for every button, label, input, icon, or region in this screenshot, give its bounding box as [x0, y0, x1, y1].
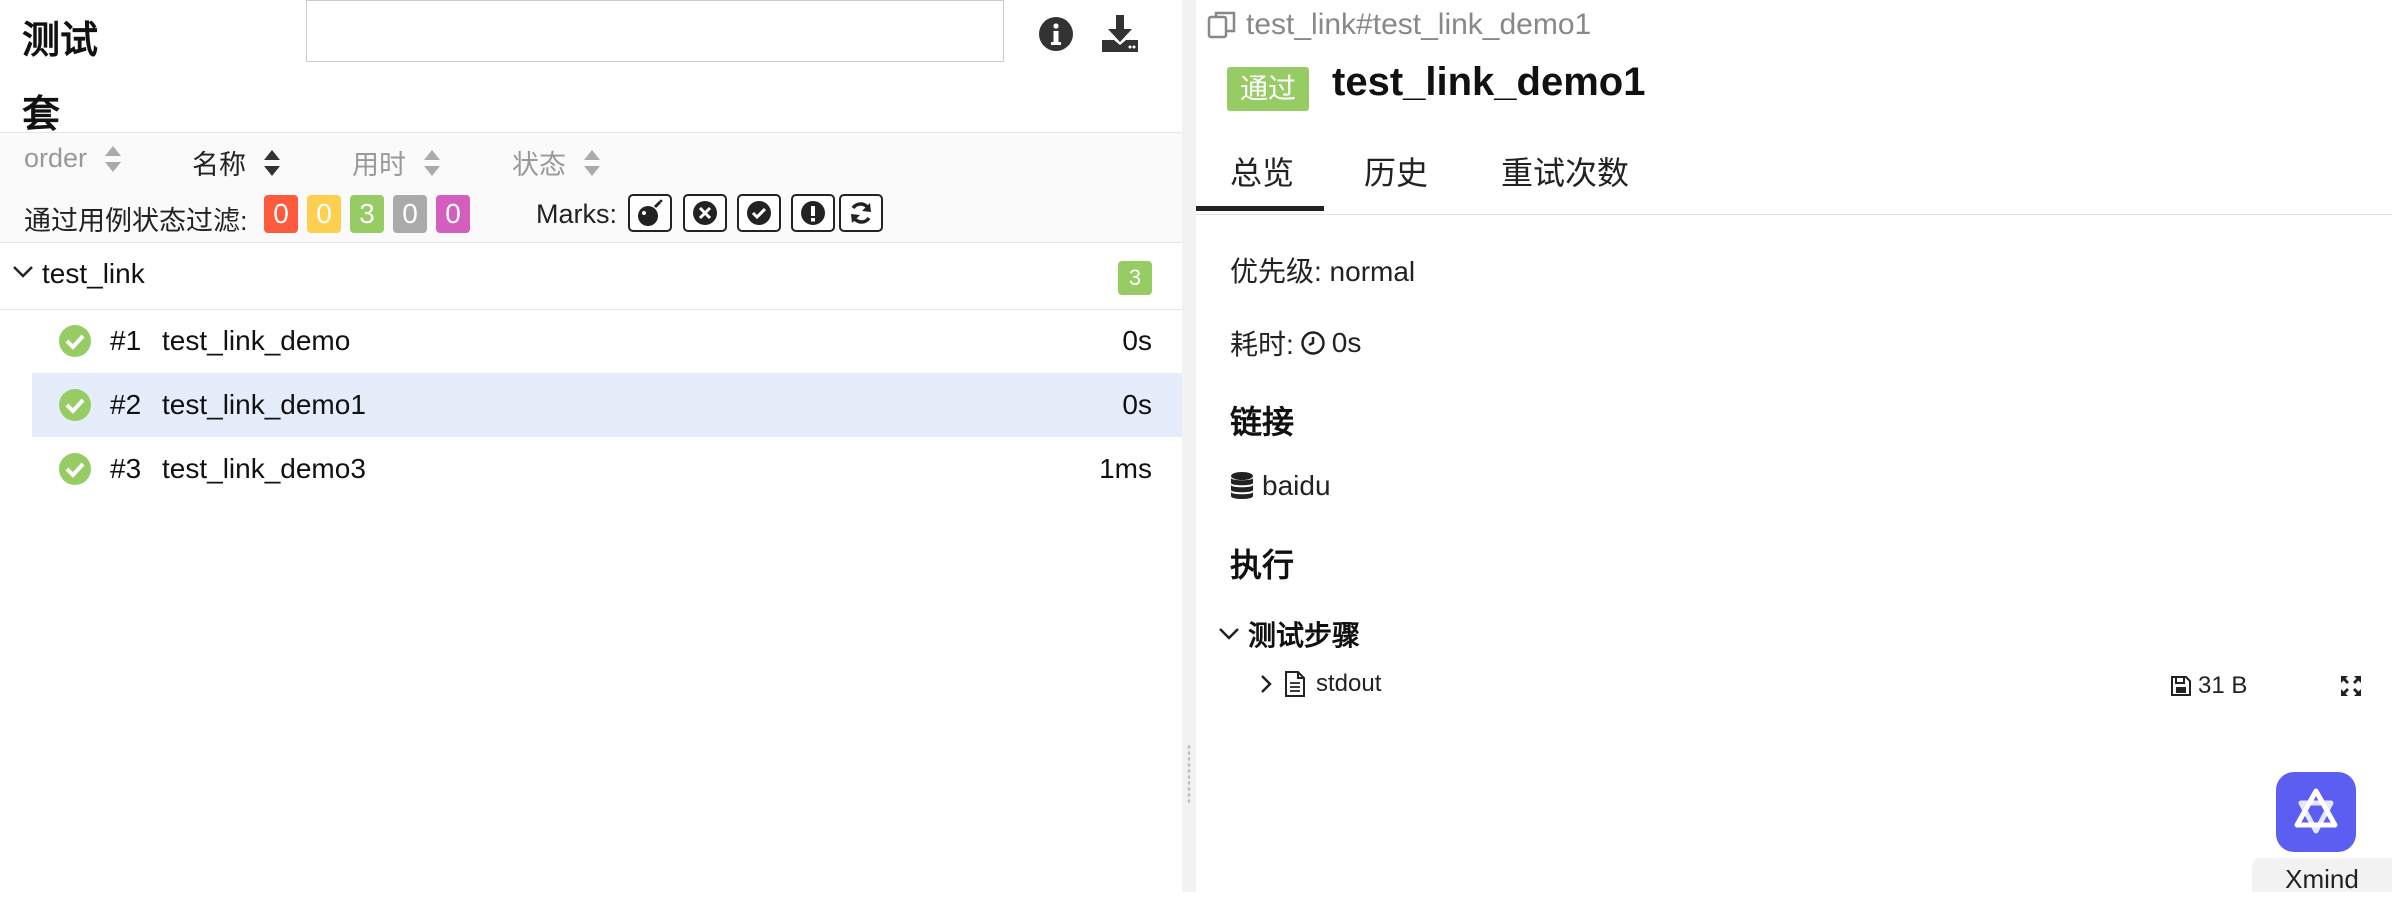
sort-arrows-icon [264, 149, 280, 176]
test-detail-pane: test_link#test_link_demo1 通过 test_link_d… [1196, 0, 2392, 892]
suite-title-line1: 测试 [22, 20, 99, 62]
xmind-widget-label[interactable]: Xmind [2252, 858, 2392, 894]
filter-unknown-badge[interactable]: 0 [436, 195, 470, 233]
test-row[interactable]: #3 test_link_demo3 1ms [32, 437, 1182, 501]
passed-check-icon [59, 389, 91, 421]
duration-value: 0s [1331, 327, 1362, 358]
link-row[interactable]: baidu [1230, 470, 1331, 502]
attachment-size-text: 31 B [2198, 672, 2248, 699]
sort-name[interactable]: 名称 [192, 143, 280, 182]
breadcrumb[interactable]: test_link#test_link_demo1 [1206, 8, 1591, 42]
sort-bar: order 名称 用时 状态 [0, 133, 1182, 187]
test-group-name: test_link [42, 258, 145, 289]
exclamation-circle-icon [801, 201, 825, 225]
sort-arrows-icon [424, 149, 440, 176]
times-circle-icon [693, 201, 717, 225]
status-filter-bar: 通过用例状态过滤: 0 0 3 0 0 Marks: [0, 187, 1182, 243]
duration-label: 耗时: [1230, 329, 1294, 360]
breadcrumb-text: test_link#test_link_demo1 [1246, 8, 1592, 41]
filter-skipped-badge[interactable]: 0 [393, 195, 427, 233]
test-tree-pane: 测试 套 order 名称 用时 状态 通过用例状态过滤: 0 0 3 0 0 … [0, 0, 1182, 892]
sort-status-label: 状态 [512, 150, 566, 180]
sort-order[interactable]: order [24, 143, 122, 174]
test-number: #3 [110, 453, 142, 484]
xmind-logo-icon [2294, 788, 2338, 834]
test-group-count-badge: 3 [1118, 261, 1152, 295]
test-name: test_link_demo3 [162, 453, 366, 484]
test-row[interactable]: #1 test_link_demo 0s [32, 309, 1182, 373]
filter-failed-badge[interactable]: 0 [264, 195, 298, 233]
test-row[interactable]: #2 test_link_demo1 0s [32, 373, 1182, 437]
test-duration: 0s [1122, 389, 1152, 420]
passed-check-icon [59, 325, 91, 357]
page-title: test_link_demo1 [1332, 60, 1646, 104]
copy-icon [1207, 11, 1236, 39]
sort-duration[interactable]: 用时 [352, 143, 440, 182]
attachment-name: stdout [1316, 670, 1382, 697]
passed-check-icon [59, 453, 91, 485]
marks-label: Marks: [536, 199, 617, 229]
chevron-down-icon [13, 266, 33, 278]
tabs-divider [1196, 214, 2392, 215]
attachment-size: 31 B [2170, 672, 2247, 700]
clock-icon [1301, 331, 1325, 355]
sort-arrows-icon [105, 145, 122, 172]
pane-resize-handle[interactable] [1182, 0, 1196, 892]
expand-icon[interactable] [2340, 675, 2362, 697]
status-badge: 通过 [1227, 67, 1309, 111]
mark-new-broken-button[interactable] [791, 194, 835, 232]
test-steps-toggle[interactable]: 测试步骤 [1218, 614, 1360, 654]
search-input[interactable] [306, 0, 1004, 62]
suite-title: 测试 套 [22, 4, 132, 152]
info-icon[interactable] [1034, 12, 1078, 56]
file-text-icon [1285, 671, 1305, 697]
mark-retries-button[interactable] [839, 194, 883, 232]
save-icon [2171, 676, 2191, 696]
download-icon[interactable] [1098, 12, 1142, 56]
tab-history[interactable]: 历史 [1364, 148, 1428, 194]
severity-row: 优先级: normal [1230, 250, 1415, 290]
link-text: baidu [1262, 470, 1331, 501]
tab-overview[interactable]: 总览 [1230, 148, 1294, 194]
sort-duration-label: 用时 [352, 150, 406, 180]
severity-text: 优先级: normal [1230, 256, 1416, 287]
test-name: test_link_demo1 [162, 389, 366, 420]
links-section-title: 链接 [1230, 404, 1295, 440]
mark-new-passed-button[interactable] [737, 194, 781, 232]
bomb-icon [638, 199, 663, 226]
mark-flaky-button[interactable] [628, 194, 672, 232]
duration-row: 耗时: 0s [1230, 323, 1361, 363]
tab-retries[interactable]: 重试次数 [1501, 148, 1629, 194]
sort-status[interactable]: 状态 [512, 143, 600, 182]
attachment-row[interactable]: stdout [1258, 670, 1381, 698]
test-number: #1 [110, 325, 142, 356]
refresh-icon [851, 202, 871, 224]
test-steps-title: 测试步骤 [1248, 620, 1361, 651]
chevron-right-icon [1261, 675, 1272, 693]
mark-new-failed-button[interactable] [683, 194, 727, 232]
execution-section-title: 执行 [1230, 547, 1295, 583]
status-filter-label: 通过用例状态过滤: [24, 206, 248, 236]
filter-broken-badge[interactable]: 0 [307, 195, 341, 233]
chevron-down-icon [1219, 628, 1239, 640]
active-tab-indicator [1196, 206, 1324, 211]
test-number: #2 [110, 389, 142, 420]
filter-passed-badge[interactable]: 3 [350, 195, 384, 233]
database-icon [1231, 472, 1253, 499]
test-group-row[interactable]: test_link 3 [0, 243, 1182, 310]
test-name: test_link_demo [162, 325, 351, 356]
check-circle-icon [747, 201, 771, 225]
sort-order-label: order [24, 143, 88, 173]
resize-grip-icon [1187, 744, 1191, 804]
test-duration: 1ms [1099, 453, 1152, 484]
sort-arrows-icon [584, 149, 600, 176]
xmind-widget-button[interactable] [2276, 772, 2356, 852]
sort-name-label: 名称 [192, 150, 246, 180]
test-duration: 0s [1122, 325, 1152, 356]
